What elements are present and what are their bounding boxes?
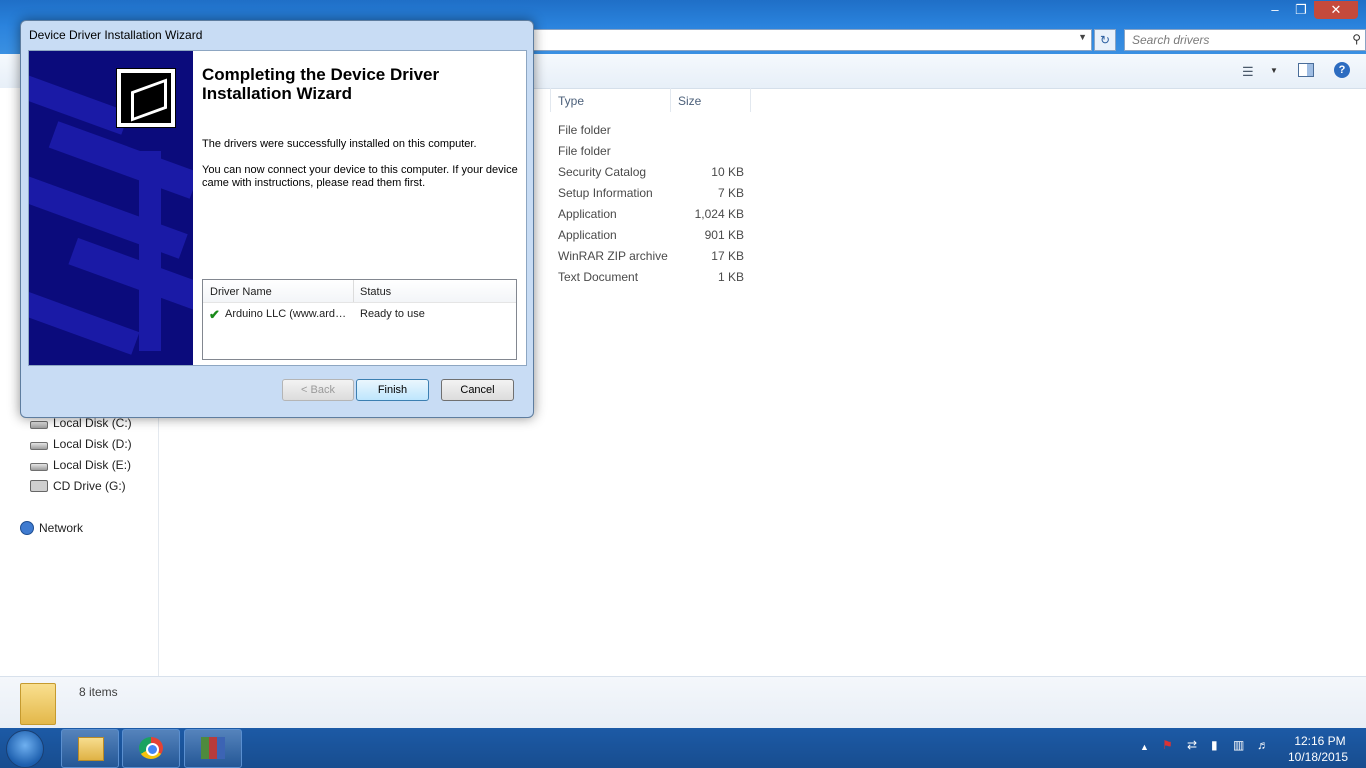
column-header-size[interactable]: Size xyxy=(678,94,701,108)
disk-icon xyxy=(30,420,48,429)
details-pane: 8 items xyxy=(0,676,1366,729)
file-row-size: 10 KB xyxy=(711,165,744,179)
nav-label: Local Disk (C:) xyxy=(53,416,132,430)
taskbar: ▲ ⚑ ⇄ ▮ ▥ ♬ 12:16 PM 10/18/2015 xyxy=(0,728,1366,768)
driver-name[interactable]: Arduino LLC (www.arduino.cc) Ports xyxy=(225,308,349,320)
chevron-up-icon[interactable]: ▲ xyxy=(1140,742,1149,752)
close-icon[interactable]: ✕ xyxy=(1314,1,1358,19)
volume-icon[interactable]: ♬ xyxy=(1257,738,1269,752)
nav-label: Local Disk (E:) xyxy=(53,458,132,472)
network-icon xyxy=(20,521,34,535)
chrome-icon xyxy=(139,737,163,759)
clock-time[interactable]: 12:16 PM xyxy=(1290,734,1350,748)
search-input[interactable]: Search drivers ⚲ xyxy=(1124,29,1366,51)
file-row-type[interactable]: Application xyxy=(558,228,617,242)
nav-item-network[interactable]: Network xyxy=(20,519,83,537)
wizard-dialog: Device Driver Installation Wizard Comple… xyxy=(20,20,534,418)
battery-icon[interactable]: ▮ xyxy=(1211,738,1218,752)
nav-item-local-disk-e[interactable]: Local Disk (E:) xyxy=(30,456,131,474)
driver-table-header: Driver Name Status xyxy=(203,280,516,303)
column-separator xyxy=(750,88,751,112)
folder-icon xyxy=(78,737,104,761)
file-row-type[interactable]: File folder xyxy=(558,123,611,137)
signal-icon[interactable]: ▥ xyxy=(1233,738,1244,752)
dialog-title: Device Driver Installation Wizard xyxy=(29,28,203,42)
nav-label: Local Disk (D:) xyxy=(53,437,132,451)
column-header-driver-name[interactable]: Driver Name xyxy=(210,286,272,298)
finish-button[interactable]: Finish xyxy=(356,379,429,401)
file-row-type[interactable]: File folder xyxy=(558,144,611,158)
help-icon[interactable]: ? xyxy=(1334,62,1350,78)
file-row-size: 1,024 KB xyxy=(694,207,744,221)
disk-icon xyxy=(30,441,48,450)
installer-icon xyxy=(201,737,225,759)
nav-item-local-disk-d[interactable]: Local Disk (D:) xyxy=(30,435,132,453)
start-button[interactable] xyxy=(6,730,44,768)
file-row-type[interactable]: Setup Information xyxy=(558,186,653,200)
column-header-type[interactable]: Type xyxy=(558,94,584,108)
action-center-icon[interactable]: ⚑ xyxy=(1162,738,1173,752)
column-separator xyxy=(353,280,354,302)
nav-label: CD Drive (G:) xyxy=(53,479,126,493)
file-row-size: 1 KB xyxy=(717,270,744,284)
cancel-button[interactable]: Cancel xyxy=(441,379,514,401)
dialog-instructions: You can now connect your device to this … xyxy=(202,164,518,189)
back-button[interactable]: < Back xyxy=(282,379,354,401)
file-row-type[interactable]: Text Document xyxy=(558,270,638,284)
driver-status: Ready to use xyxy=(360,308,425,320)
file-row-type[interactable]: WinRAR ZIP archive xyxy=(558,249,668,263)
column-header-status[interactable]: Status xyxy=(360,286,391,298)
taskbar-app-chrome[interactable] xyxy=(122,729,180,768)
nav-item-cd-drive[interactable]: CD Drive (G:) xyxy=(30,477,126,495)
column-separator xyxy=(670,88,671,112)
dialog-heading: Completing the Device Driver Installatio… xyxy=(202,65,440,103)
clock-date[interactable]: 10/18/2015 xyxy=(1283,750,1353,764)
nav-label: Network xyxy=(39,521,84,535)
file-row-size: 901 KB xyxy=(704,228,744,242)
search-icon[interactable]: ⚲ xyxy=(1352,32,1361,46)
driver-table: Driver Name Status ✔ Arduino LLC (www.ar… xyxy=(202,279,517,360)
maximize-icon[interactable]: ❐ xyxy=(1288,1,1314,19)
dialog-message: The drivers were successfully installed … xyxy=(202,138,477,150)
views-icon[interactable]: ☰ xyxy=(1242,64,1254,80)
usb-icon[interactable]: ⇄ xyxy=(1187,738,1197,752)
search-placeholder: Search drivers xyxy=(1132,33,1210,47)
taskbar-app-explorer[interactable] xyxy=(61,729,119,768)
file-row-size: 7 KB xyxy=(717,186,744,200)
file-row-size: 17 KB xyxy=(711,249,744,263)
address-field[interactable]: ▼ xyxy=(520,29,1092,51)
device-icon xyxy=(116,68,176,128)
checkmark-icon: ✔ xyxy=(209,307,220,322)
column-separator xyxy=(550,88,551,112)
cd-drive-icon xyxy=(30,480,48,492)
items-count: 8 items xyxy=(79,685,118,699)
file-row-type[interactable]: Security Catalog xyxy=(558,165,646,179)
minimize-icon[interactable]: – xyxy=(1262,1,1288,19)
preview-pane-icon[interactable] xyxy=(1298,63,1314,77)
folder-icon xyxy=(20,683,56,725)
chevron-down-icon[interactable]: ▼ xyxy=(1078,32,1087,42)
chevron-down-icon[interactable]: ▼ xyxy=(1270,66,1278,75)
wizard-banner xyxy=(29,51,193,365)
refresh-icon[interactable]: ↻ xyxy=(1094,29,1116,51)
file-row-type[interactable]: Application xyxy=(558,207,617,221)
disk-icon xyxy=(30,462,48,471)
taskbar-app-installer[interactable] xyxy=(184,729,242,768)
dialog-body: Completing the Device Driver Installatio… xyxy=(28,50,527,366)
